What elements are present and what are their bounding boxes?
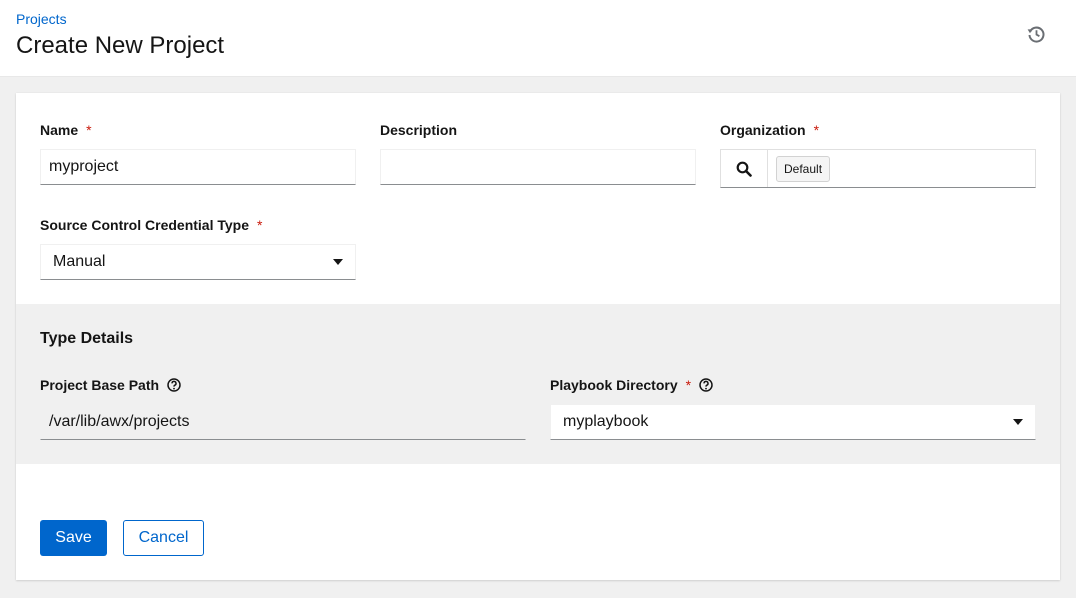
base-path-input: /var/lib/awx/projects: [40, 404, 526, 440]
base-path-label: Project Base Path: [40, 377, 181, 393]
type-details-section: Type Details Project Base Path /var/lib/…: [16, 304, 1060, 464]
scm-type-label-text: Source Control Credential Type: [40, 217, 249, 233]
organization-label: Organization *: [720, 122, 819, 138]
required-marker: *: [86, 122, 92, 138]
history-button[interactable]: [1024, 22, 1048, 46]
name-input[interactable]: myproject: [40, 149, 356, 185]
search-icon: [736, 161, 752, 177]
description-input[interactable]: [380, 149, 696, 185]
organization-lookup: Default: [720, 149, 1036, 188]
organization-chip-area: Default: [768, 150, 1035, 187]
history-icon: [1027, 26, 1045, 43]
page-title: Create New Project: [16, 32, 225, 59]
save-button[interactable]: Save: [40, 520, 107, 556]
organization-label-text: Organization: [720, 122, 806, 138]
name-label-text: Name: [40, 122, 79, 138]
type-details-title: Type Details: [40, 330, 134, 347]
scm-type-label: Source Control Credential Type *: [40, 217, 262, 233]
playbook-dir-select[interactable]: myplaybook: [550, 404, 1036, 440]
required-marker: *: [257, 217, 263, 233]
caret-down-icon: [1013, 419, 1023, 425]
caret-down-icon: [333, 259, 343, 265]
cancel-button[interactable]: Cancel: [123, 520, 204, 556]
question-circle-icon[interactable]: [699, 378, 713, 392]
breadcrumb-projects[interactable]: Projects: [16, 11, 67, 27]
scm-type-select[interactable]: Manual: [40, 244, 356, 280]
project-form-card: Name * myproject Description Organizatio…: [16, 93, 1060, 580]
page-header: Projects Create New Project: [0, 0, 1076, 77]
playbook-dir-label-text: Playbook Directory: [550, 377, 678, 393]
description-label: Description: [380, 122, 457, 138]
base-path-label-text: Project Base Path: [40, 377, 160, 393]
required-marker: *: [813, 122, 820, 138]
required-marker: *: [685, 377, 692, 393]
playbook-dir-value: myplaybook: [563, 413, 649, 430]
organization-search-button[interactable]: [721, 150, 768, 187]
description-label-text: Description: [380, 122, 458, 138]
playbook-dir-label: Playbook Directory *: [550, 377, 713, 393]
question-circle-icon[interactable]: [167, 378, 181, 392]
name-label: Name *: [40, 122, 92, 138]
organization-chip[interactable]: Default: [776, 155, 831, 182]
scm-type-value: Manual: [53, 253, 106, 270]
